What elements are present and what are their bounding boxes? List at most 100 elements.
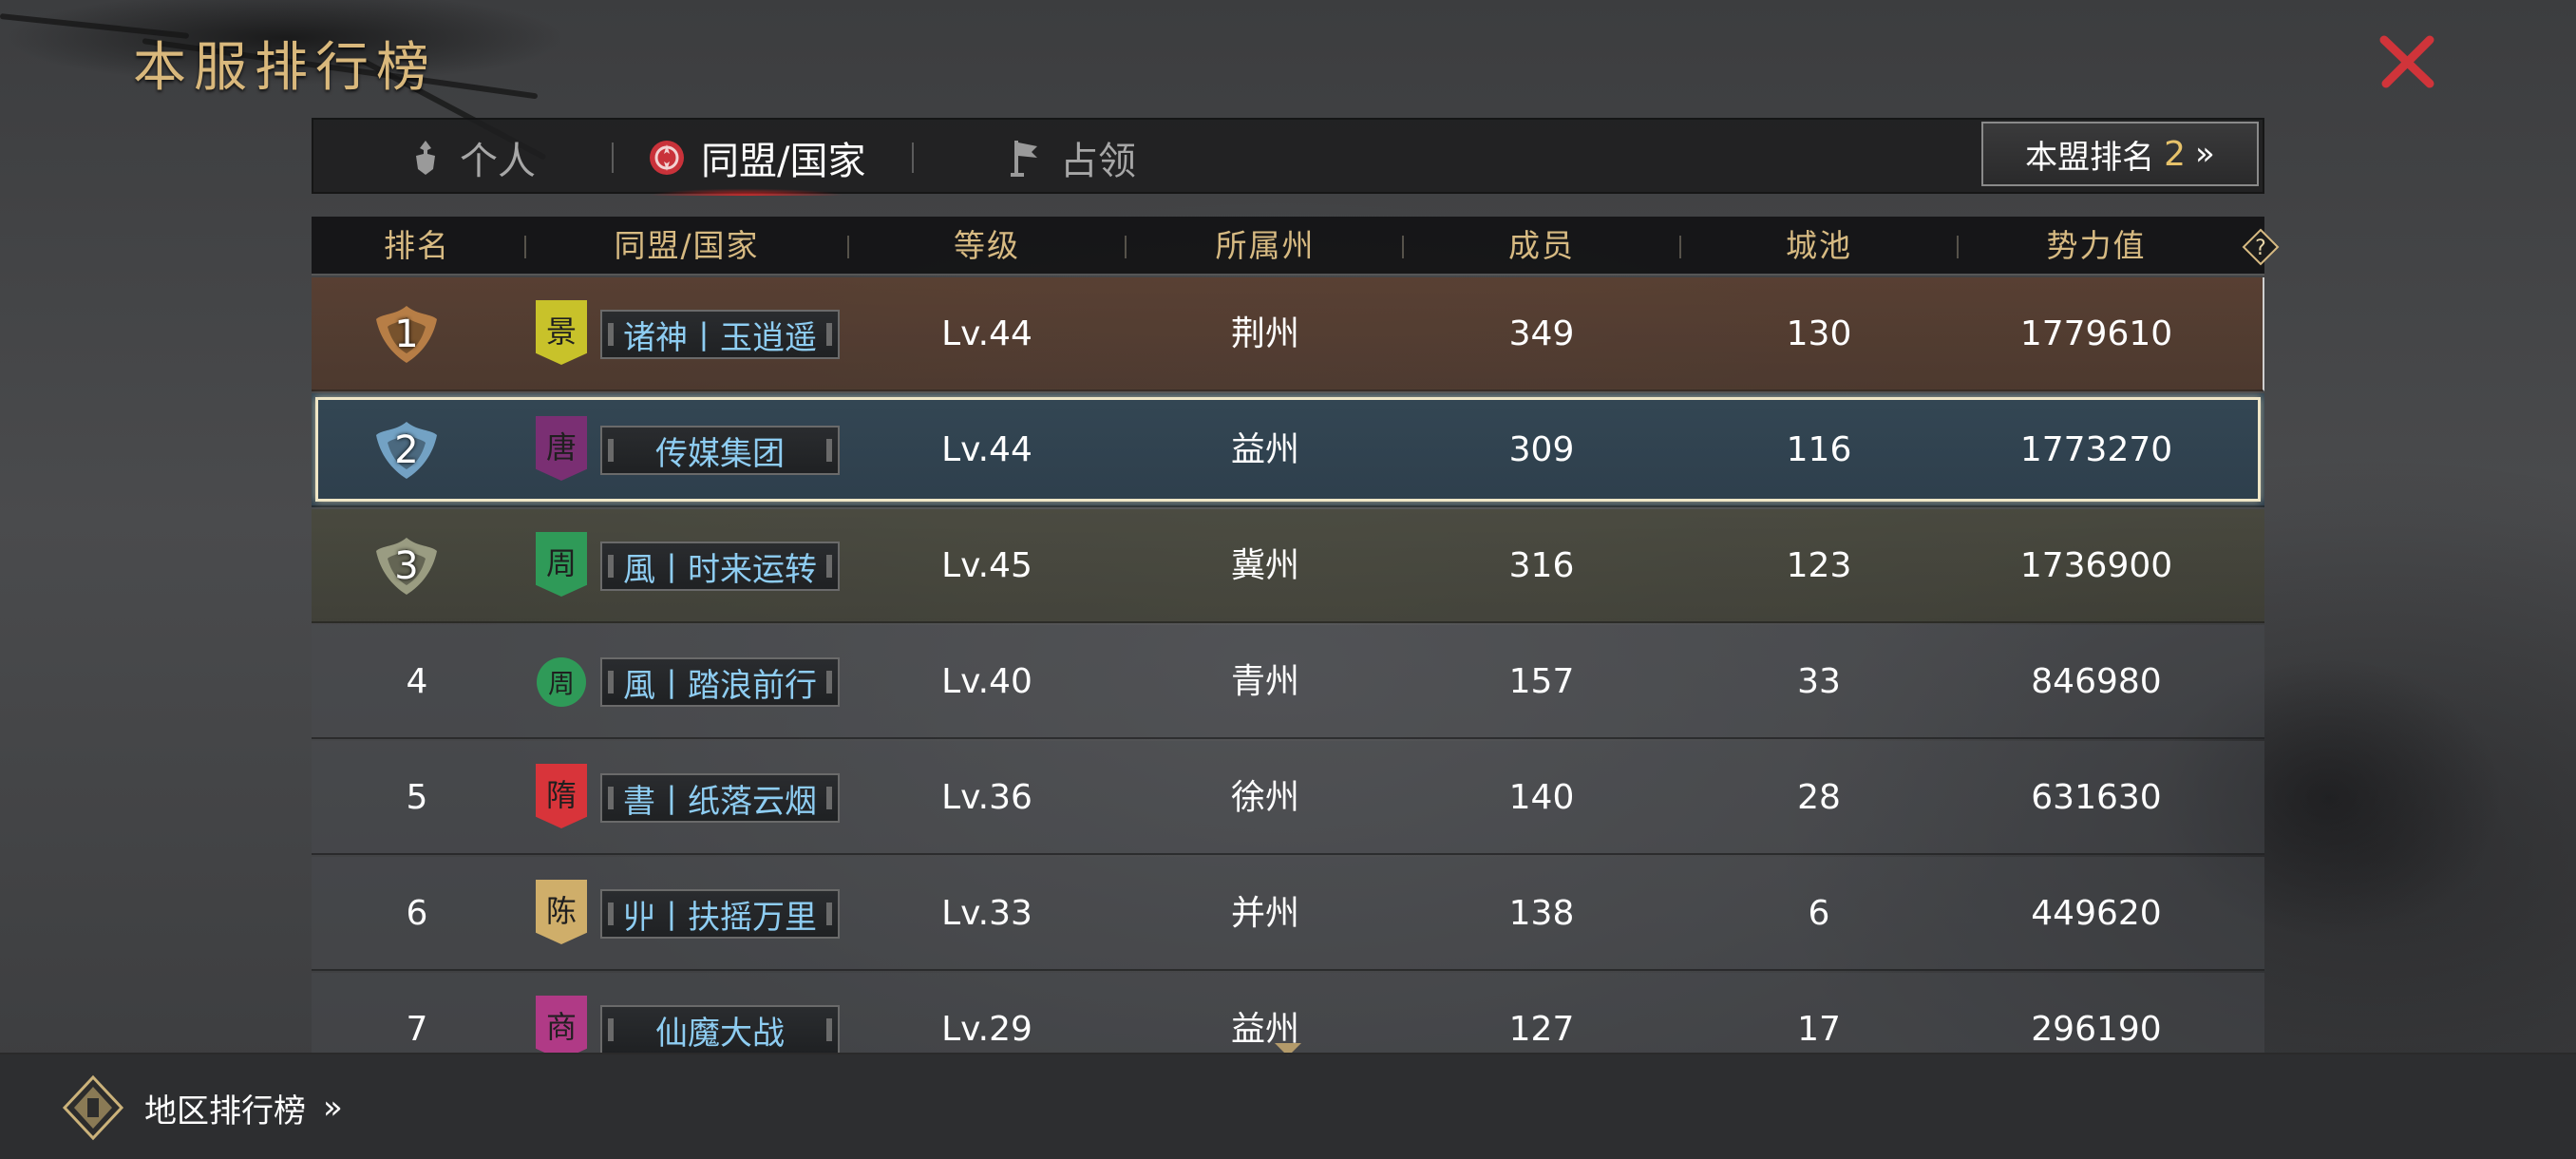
state-cell: 青州 — [1230, 662, 1299, 701]
tab-divider — [912, 142, 914, 173]
cities-cell: 116 — [1786, 430, 1852, 469]
state-cell: 益州 — [1230, 430, 1299, 469]
alliance-name-button[interactable]: 传媒集团 — [600, 426, 840, 475]
level-cell: Lv.45 — [941, 546, 1032, 585]
members-cell: 309 — [1508, 430, 1575, 469]
power-cell: 1736900 — [2019, 546, 2173, 585]
level-cell: Lv.40 — [941, 662, 1032, 701]
double-chevron-right-icon: » — [323, 1089, 343, 1127]
table-row[interactable]: 6 陈丱丨扶摇万里 Lv.33 并州 138 6 449620 — [312, 857, 2264, 971]
tab-label: 同盟/国家 — [701, 140, 866, 183]
header-power: 势力值 — [2046, 227, 2147, 264]
members-cell: 140 — [1508, 778, 1575, 817]
power-cell: 296190 — [2031, 1010, 2162, 1049]
close-button[interactable] — [2375, 28, 2441, 95]
alliance-rank-value: 2 — [2164, 134, 2187, 174]
state-cell: 荆州 — [1230, 314, 1299, 353]
power-cell: 449620 — [2031, 894, 2162, 933]
table-row[interactable]: 2 唐传媒集团 Lv.44 益州 309 116 1773270 — [312, 393, 2264, 507]
alliance-name-button[interactable]: 風丨时来运转 — [600, 542, 840, 591]
tab-personal[interactable]: 个人 — [405, 120, 536, 196]
table-row[interactable]: 5 隋書丨纸落云烟 Lv.36 徐州 140 28 631630 — [312, 741, 2264, 855]
tab-label: 占领 — [1060, 140, 1136, 183]
tab-divider — [612, 142, 614, 173]
cities-cell: 130 — [1786, 314, 1852, 353]
table-body: 1 景诸神丨玉逍遥 Lv.44 荆州 349 130 1779610 2 唐传媒集团 Lv.44 益… — [312, 277, 2264, 1053]
region-emblem-icon — [62, 1074, 124, 1141]
region-ranking-label: 地区排行榜 — [144, 1092, 306, 1130]
rank-number: 6 — [406, 894, 428, 933]
alliance-flag-icon: 周 — [537, 657, 586, 707]
alliance-name-button[interactable]: 丱丨扶摇万里 — [600, 889, 840, 939]
double-chevron-right-icon: » — [2195, 135, 2215, 173]
alliance-rank-label: 本盟排名 — [2025, 138, 2155, 177]
alliance-flag-icon: 周 — [536, 532, 587, 597]
cities-cell: 17 — [1797, 1010, 1841, 1049]
level-cell: Lv.44 — [941, 430, 1032, 469]
state-cell: 徐州 — [1230, 778, 1299, 817]
header-level: 等级 — [954, 227, 1020, 264]
members-cell: 127 — [1508, 1010, 1575, 1049]
header-state: 所属州 — [1215, 227, 1316, 264]
power-cell: 631630 — [2031, 778, 2162, 817]
members-cell: 316 — [1508, 546, 1575, 585]
ranking-screen: 本服排行榜 个人 同盟/国家 占领 本盟排名 2 » 排名 同盟/国家 等级 所… — [0, 0, 2576, 1159]
region-ranking-link[interactable]: 地区排行榜 » — [59, 1074, 343, 1142]
header-cities: 城池 — [1786, 227, 1852, 264]
header-alliance: 同盟/国家 — [614, 227, 760, 264]
header-members: 成员 — [1508, 227, 1575, 264]
level-cell: Lv.29 — [941, 1010, 1032, 1049]
close-icon — [2379, 35, 2434, 88]
alliance-emblem-icon — [650, 141, 684, 175]
rank-number: 3 — [394, 544, 419, 588]
alliance-name-button[interactable]: 诸神丨玉逍遥 — [600, 310, 840, 359]
help-symbol: ? — [2255, 237, 2266, 260]
table-row[interactable]: 3 周風丨时来运转 Lv.45 冀州 316 123 1736900 — [312, 509, 2264, 623]
power-cell: 1779610 — [2019, 314, 2173, 353]
rank-number: 4 — [406, 662, 428, 701]
level-cell: Lv.33 — [941, 894, 1032, 933]
alliance-name-button[interactable]: 書丨纸落云烟 — [600, 773, 840, 823]
members-cell: 349 — [1508, 314, 1575, 353]
rank-number: 1 — [394, 313, 419, 356]
ranking-table: 排名 同盟/国家 等级 所属州 成员 城池 势力值 ? 1 景诸神丨玉逍遥 Lv.4… — [312, 217, 2280, 1053]
tab-alliance[interactable]: 同盟/国家 — [616, 120, 876, 196]
tab-label: 个人 — [460, 140, 536, 183]
table-row[interactable]: 4 周風丨踏浪前行 Lv.40 青州 157 33 846980 — [312, 625, 2264, 739]
state-cell: 并州 — [1230, 894, 1299, 933]
power-cell: 846980 — [2031, 662, 2162, 701]
flag-icon — [1011, 141, 1037, 177]
state-cell: 益州 — [1230, 1010, 1299, 1049]
alliance-flag-icon: 隋 — [536, 764, 587, 828]
tab-bar: 个人 同盟/国家 占领 — [312, 118, 2264, 196]
help-button[interactable]: ? — [2242, 228, 2280, 266]
alliance-flag-icon: 唐 — [536, 416, 587, 481]
alliance-rank-button[interactable]: 本盟排名 2 » — [1981, 122, 2259, 186]
cities-cell: 123 — [1786, 546, 1852, 585]
rank-number: 7 — [406, 1010, 428, 1049]
table-row[interactable]: 7 商仙魔大战 Lv.29 益州 127 17 296190 — [312, 973, 2264, 1053]
alliance-name-button[interactable]: 仙魔大战 — [600, 1005, 840, 1053]
rank-number: 2 — [394, 428, 419, 472]
cities-cell: 6 — [1808, 894, 1830, 933]
table-row[interactable]: 1 景诸神丨玉逍遥 Lv.44 荆州 349 130 1779610 — [312, 277, 2264, 391]
cities-cell: 28 — [1797, 778, 1841, 817]
state-cell: 冀州 — [1230, 546, 1299, 585]
cities-cell: 33 — [1797, 662, 1841, 701]
tab-occupy[interactable]: 占领 — [1005, 120, 1136, 196]
page-title: 本服排行榜 — [133, 37, 437, 99]
members-cell: 157 — [1508, 662, 1575, 701]
members-cell: 138 — [1508, 894, 1575, 933]
rank-number: 5 — [406, 778, 428, 817]
bottom-bar: 地区排行榜 » — [0, 1053, 2576, 1159]
alliance-flag-icon: 商 — [536, 996, 587, 1053]
power-cell: 1773270 — [2019, 430, 2173, 469]
question-icon: ? — [2242, 228, 2280, 266]
header-rank: 排名 — [384, 227, 450, 264]
table-header: 排名 同盟/国家 等级 所属州 成员 城池 势力值 ? — [312, 217, 2280, 276]
alliance-flag-icon: 景 — [536, 300, 587, 365]
level-cell: Lv.44 — [941, 314, 1032, 353]
person-icon — [416, 141, 435, 175]
alliance-name-button[interactable]: 風丨踏浪前行 — [600, 657, 840, 707]
alliance-flag-icon: 陈 — [536, 880, 587, 944]
